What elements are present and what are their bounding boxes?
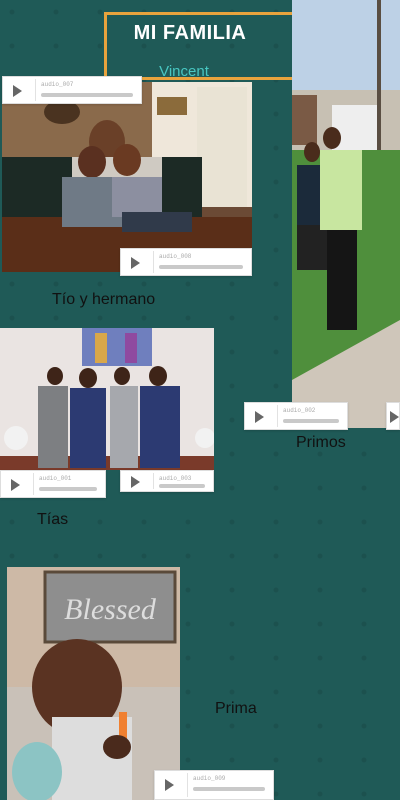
divider bbox=[153, 251, 154, 273]
play-icon[interactable] bbox=[165, 779, 174, 791]
photo-tias[interactable] bbox=[0, 328, 214, 470]
audio-name: audio_003 bbox=[159, 475, 192, 482]
caption-primos: Primos bbox=[296, 434, 346, 451]
divider bbox=[187, 773, 188, 797]
audio-player[interactable]: audio_008 bbox=[120, 248, 252, 276]
audio-name: audio_001 bbox=[39, 475, 72, 482]
audio-progress-track[interactable] bbox=[39, 487, 97, 491]
audio-progress-track[interactable] bbox=[283, 419, 339, 423]
play-icon[interactable] bbox=[390, 411, 399, 423]
audio-player[interactable]: audio_003 bbox=[120, 470, 214, 492]
audio-progress-track[interactable] bbox=[41, 93, 133, 97]
blessed-sign-text: Blessed bbox=[64, 593, 157, 626]
caption-prima: Prima bbox=[215, 700, 257, 717]
audio-name: audio_009 bbox=[193, 775, 226, 782]
divider bbox=[35, 79, 36, 101]
divider bbox=[277, 405, 278, 427]
play-icon[interactable] bbox=[131, 257, 140, 269]
audio-player[interactable]: audio_009 bbox=[154, 770, 274, 800]
play-icon[interactable] bbox=[255, 411, 264, 423]
audio-player[interactable]: audio_001 bbox=[0, 470, 106, 498]
play-icon[interactable] bbox=[131, 476, 140, 488]
audio-player[interactable]: audio_002 bbox=[244, 402, 348, 430]
photo-primos[interactable] bbox=[292, 0, 400, 428]
audio-player[interactable]: audio_007 bbox=[2, 76, 142, 104]
audio-name: audio_008 bbox=[159, 253, 192, 260]
divider bbox=[33, 473, 34, 495]
caption-tias: Tías bbox=[37, 511, 69, 528]
audio-progress-track[interactable] bbox=[159, 484, 205, 488]
audio-name: audio_002 bbox=[283, 407, 316, 414]
divider bbox=[153, 473, 154, 489]
play-icon[interactable] bbox=[13, 85, 22, 97]
audio-progress-track[interactable] bbox=[159, 265, 243, 269]
audio-player-partial[interactable] bbox=[386, 402, 400, 430]
photo-tio-hermano[interactable] bbox=[2, 82, 252, 272]
photo-prima[interactable]: Blessed bbox=[7, 567, 180, 800]
audio-name: audio_007 bbox=[41, 81, 74, 88]
play-icon[interactable] bbox=[11, 479, 20, 491]
page-title: MI FAMILIA bbox=[133, 22, 247, 44]
audio-progress-track[interactable] bbox=[193, 787, 265, 791]
caption-tio-hermano: Tío y hermano bbox=[52, 291, 156, 308]
